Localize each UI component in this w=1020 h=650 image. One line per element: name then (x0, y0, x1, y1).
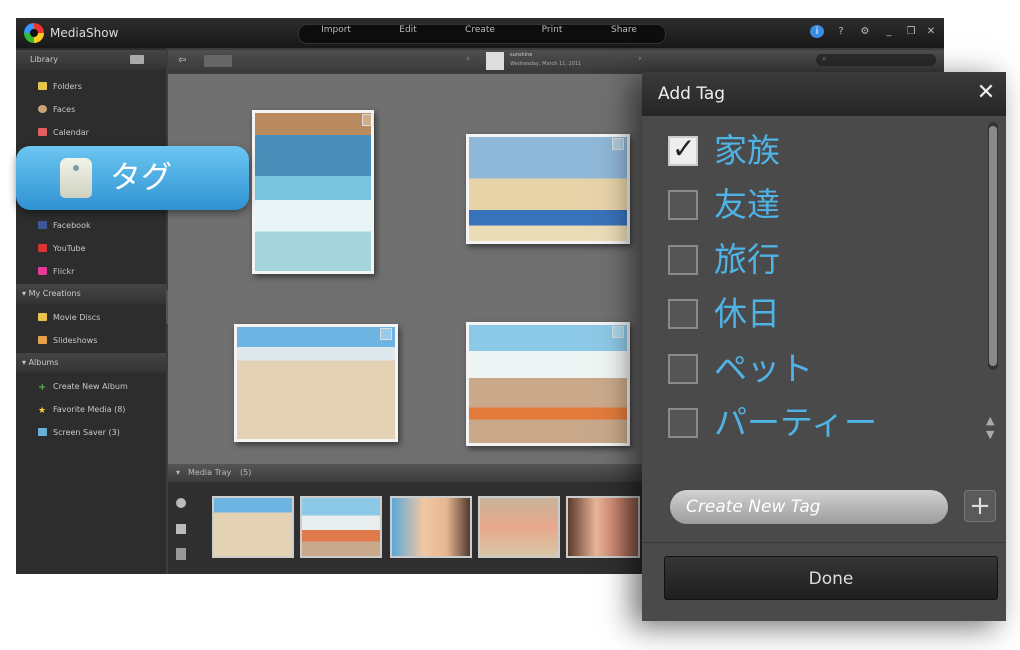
add-tag-dialog: Add Tag ✕ 家族 友達 旅行 休日 ペット パーティー ▲ (642, 72, 1006, 621)
minimize-icon[interactable]: _ (882, 26, 896, 37)
photo-checkbox[interactable] (612, 138, 624, 150)
media-tray-count: (5) (240, 468, 252, 477)
sidebar: Library Folders Faces Calendar Facebook … (16, 48, 166, 574)
next-icon[interactable]: › (638, 54, 642, 64)
tag-label: 旅行 (714, 240, 780, 279)
info-icon[interactable]: i (810, 25, 824, 38)
plus-icon: + (38, 382, 47, 393)
tag-checkbox[interactable] (668, 190, 698, 220)
tag-label: 休日 (714, 294, 780, 333)
tray-thumbnail[interactable] (300, 496, 382, 558)
tag-label: 友達 (714, 185, 780, 224)
scrollbar-thumb[interactable] (989, 126, 997, 366)
sidebar-item-favorite-media[interactable]: ★ Favorite Media (8) (38, 404, 125, 416)
slideshow-icon (38, 336, 47, 344)
tag-callout-button[interactable]: タグ (16, 146, 249, 210)
flickr-icon (38, 267, 47, 275)
scroll-up-icon[interactable]: ▲ (986, 414, 994, 427)
create-new-tag-input[interactable]: Create New Tag (670, 490, 948, 524)
sidebar-item-calendar[interactable]: Calendar (38, 127, 89, 139)
sidebar-item-youtube[interactable]: YouTube (38, 243, 86, 255)
sidebar-item-create-new-album[interactable]: + Create New Album (38, 381, 128, 393)
tray-thumbnail[interactable] (212, 496, 294, 558)
youtube-icon (38, 244, 47, 252)
title-bar: MediaShow Import Edit Create Print Share… (16, 18, 944, 48)
tray-collapse-icon[interactable]: ▾ (176, 468, 180, 477)
sidebar-item-faces[interactable]: Faces (38, 104, 75, 116)
dialog-header: Add Tag ✕ (642, 72, 1006, 116)
faces-icon (38, 105, 47, 113)
sidebar-item-facebook[interactable]: Facebook (38, 220, 91, 232)
sidebar-item-screen-saver[interactable]: Screen Saver (3) (38, 427, 120, 439)
folder-icon (38, 82, 47, 90)
tag-checkbox[interactable] (668, 408, 698, 438)
facebook-icon (38, 221, 47, 229)
done-button[interactable]: Done (664, 556, 998, 600)
screen-icon (38, 428, 47, 436)
tag-checkbox[interactable] (668, 132, 698, 166)
tray-thumbnail[interactable] (566, 496, 640, 558)
photo-checkbox[interactable] (380, 328, 392, 340)
library-header[interactable]: Library (16, 50, 166, 70)
dialog-title: Add Tag (658, 84, 726, 104)
dialog-divider (642, 542, 1006, 543)
tag-list: 家族 友達 旅行 休日 ペット パーティー ▲ ▼ (642, 116, 1006, 508)
tag-checkbox[interactable] (668, 245, 698, 275)
user-name: sunshine (510, 52, 533, 58)
help-icon[interactable]: ? (834, 26, 848, 37)
tray-thumbnail[interactable] (478, 496, 560, 558)
calendar-icon (38, 128, 47, 136)
tag-checkbox[interactable] (668, 299, 698, 329)
photo-checkbox[interactable] (362, 114, 374, 126)
sidebar-item-folders[interactable]: Folders (38, 81, 82, 93)
restore-icon[interactable]: ❐ (904, 26, 918, 37)
sidebar-item-flickr[interactable]: Flickr (38, 266, 74, 278)
tag-checkbox[interactable] (668, 354, 698, 384)
menu-import[interactable]: Import (306, 25, 366, 35)
media-tray-header[interactable]: ▾ Media Tray (5) (168, 464, 648, 482)
mediashow-logo-icon (24, 23, 44, 43)
my-creations-header[interactable]: ▾ My Creations (16, 284, 166, 304)
photo-surfer[interactable] (252, 110, 374, 274)
date-text: Wednesday, March 11, 2011 (510, 61, 582, 67)
app-title: MediaShow (50, 26, 119, 40)
trash-icon[interactable] (176, 548, 186, 560)
tag-callout-label: タグ (110, 160, 172, 196)
photo-checkbox[interactable] (612, 326, 624, 338)
search-icon: ⌕ (822, 54, 827, 63)
library-view-icon[interactable] (130, 55, 144, 64)
user-avatar (486, 52, 504, 70)
sidebar-item-movie-discs[interactable]: Movie Discs (38, 312, 100, 324)
tag-label: ペット (714, 349, 813, 388)
tag-icon (60, 158, 92, 198)
view-mode-dropdown[interactable] (204, 55, 232, 67)
tray-thumbnail[interactable] (390, 496, 472, 558)
prev-icon[interactable]: ‹ (466, 54, 470, 64)
tag-label: 家族 (714, 131, 780, 170)
menu-share[interactable]: Share (594, 25, 654, 35)
tag-label: パーティー (714, 403, 878, 442)
star-icon: ★ (38, 406, 47, 416)
tray-save-icon[interactable] (176, 524, 186, 534)
albums-header[interactable]: ▾ Albums (16, 353, 166, 373)
viewer-toolbar: ⇦ ‹ sunshine Wednesday, March 11, 2011 ›… (168, 50, 944, 72)
scroll-down-icon[interactable]: ▼ (986, 428, 994, 441)
media-tray (168, 482, 648, 574)
photo-child-bucket[interactable] (466, 322, 630, 446)
menu-create[interactable]: Create (450, 25, 510, 35)
disc-icon (38, 313, 47, 321)
tray-play-icon[interactable] (176, 498, 186, 508)
photo-baby-hat[interactable] (466, 134, 630, 244)
search-input[interactable] (816, 54, 936, 66)
add-tag-button[interactable]: + (964, 490, 996, 522)
photo-kids-beach[interactable] (234, 324, 398, 442)
sidebar-item-slideshows[interactable]: Slideshows (38, 335, 97, 347)
media-tray-title: Media Tray (188, 468, 232, 477)
close-icon[interactable]: ✕ (924, 26, 938, 37)
close-icon[interactable]: ✕ (974, 80, 998, 105)
menu-print[interactable]: Print (522, 25, 582, 35)
settings-icon[interactable]: ⚙ (858, 26, 872, 37)
menu-edit[interactable]: Edit (378, 25, 438, 35)
back-icon[interactable]: ⇦ (178, 55, 186, 66)
